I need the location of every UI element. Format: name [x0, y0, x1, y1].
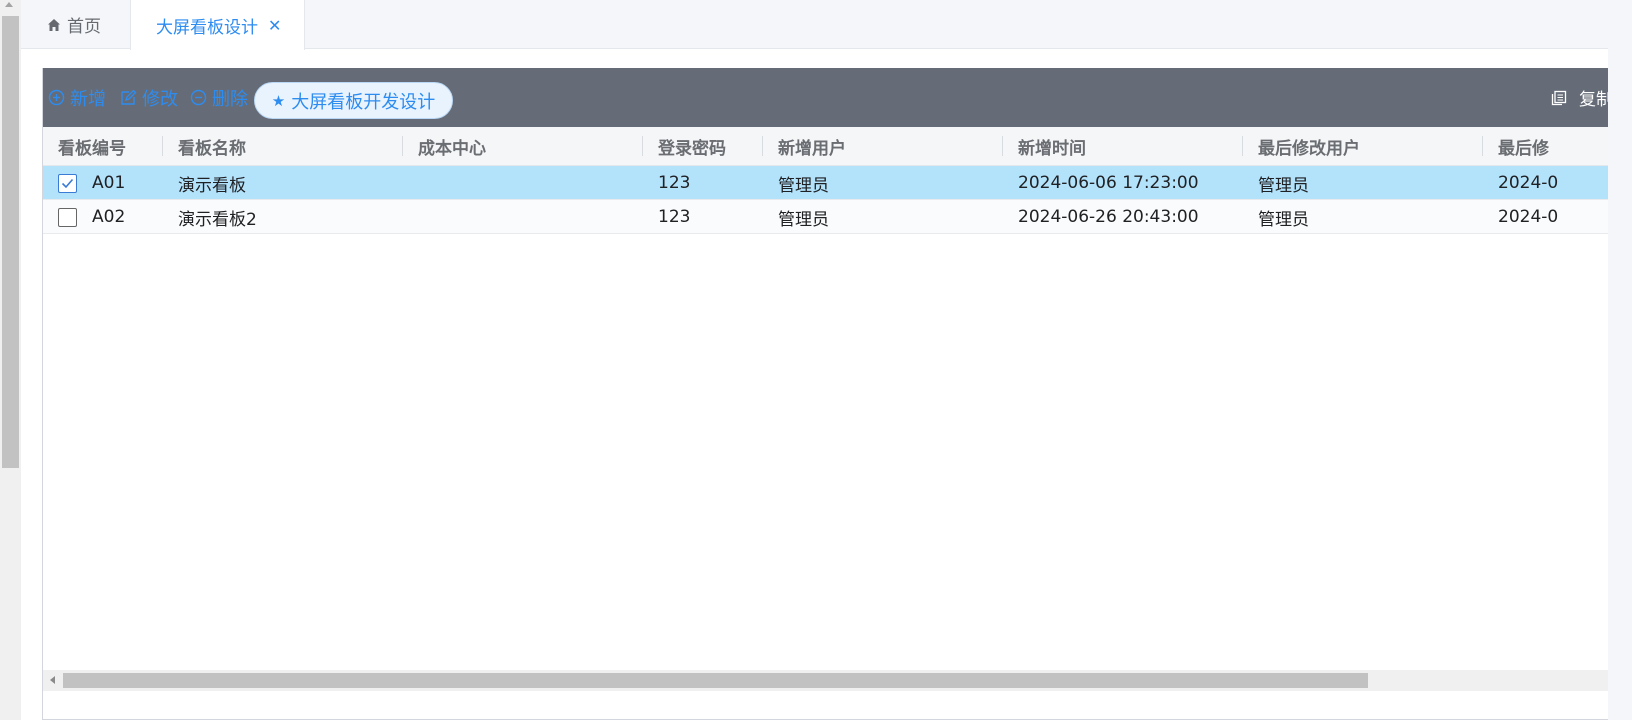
column-header-code[interactable]: 看板编号 [43, 127, 163, 166]
close-icon[interactable]: ✕ [268, 16, 281, 35]
check-icon [61, 178, 74, 189]
cell-creator: 管理员 [778, 175, 829, 196]
column-header-cost-center[interactable]: 成本中心 [403, 127, 643, 166]
column-header-creator[interactable]: 新增用户 [763, 127, 1003, 166]
add-button[interactable]: 新增 [48, 68, 106, 127]
column-header-label: 看板名称 [178, 139, 246, 159]
dashboard-design-button[interactable]: ★ 大屏看板开发设计 [254, 82, 453, 119]
row-checkbox[interactable] [58, 174, 77, 193]
cell-code: A02 [92, 207, 126, 227]
cell-modifier: 管理员 [1258, 175, 1309, 196]
column-header-label: 成本中心 [418, 139, 486, 159]
cell-code: A01 [92, 173, 126, 193]
tab-home-label: 首页 [67, 17, 101, 37]
dashboard-design-button-label: 大屏看板开发设计 [291, 91, 436, 113]
grid-header: 看板编号 看板名称 成本中心 登录密码 新增用户 新增时间 最后修改用户 最后修 [43, 127, 1629, 166]
dashboard-panel: 新增 修改 删除 ★ 大屏看板开发设计 复制 看板编号 看板名称 成本中心 登录… [42, 68, 1629, 720]
vertical-scrollbar[interactable] [0, 0, 21, 720]
star-icon: ★ [271, 91, 286, 110]
tab-dashboard-design[interactable]: 大屏看板设计 ✕ [130, 0, 305, 50]
column-header-name[interactable]: 看板名称 [163, 127, 403, 166]
column-header-label: 登录密码 [658, 139, 726, 159]
table-row[interactable]: A02 演示看板2 123 管理员 2024-06-26 20:43:00 管理… [43, 200, 1629, 234]
cell-name: 演示看板2 [178, 209, 257, 230]
right-gutter [1608, 0, 1632, 720]
plus-circle-icon [48, 89, 65, 106]
edit-button-label: 修改 [142, 88, 178, 110]
scroll-left-arrow-icon[interactable] [50, 676, 55, 684]
delete-button[interactable]: 删除 [190, 68, 248, 127]
column-header-created-at[interactable]: 新增时间 [1003, 127, 1243, 166]
cell-created-at: 2024-06-26 20:43:00 [1018, 207, 1199, 227]
cell-password: 123 [658, 207, 691, 227]
minus-circle-icon [190, 89, 207, 106]
edit-icon [121, 89, 137, 105]
cell-name: 演示看板 [178, 175, 246, 196]
column-header-label: 看板编号 [58, 139, 126, 159]
edit-button[interactable]: 修改 [120, 68, 178, 127]
toolbar: 新增 修改 删除 ★ 大屏看板开发设计 复制 [43, 68, 1629, 127]
cell-creator: 管理员 [778, 209, 829, 230]
column-header-label: 最后修 [1498, 139, 1549, 159]
column-header-label: 新增时间 [1018, 139, 1086, 159]
cell-created-at: 2024-06-06 17:23:00 [1018, 173, 1199, 193]
copy-icon [1551, 90, 1567, 105]
column-header-label: 最后修改用户 [1258, 139, 1360, 159]
scroll-up-arrow-icon[interactable] [5, 2, 13, 7]
row-checkbox[interactable] [58, 208, 77, 227]
horizontal-scroll-thumb[interactable] [63, 673, 1368, 688]
cell-modifier: 管理员 [1258, 209, 1309, 230]
vertical-scroll-thumb[interactable] [2, 16, 19, 468]
home-icon [48, 18, 60, 31]
add-button-label: 新增 [70, 88, 106, 110]
main-content: 首页 大屏看板设计 ✕ 新增 修改 删除 ★ 大屏看板开发设计 复制 看板编号 … [21, 0, 1632, 720]
column-header-modifier[interactable]: 最后修改用户 [1243, 127, 1483, 166]
table-row[interactable]: A01 演示看板 123 管理员 2024-06-06 17:23:00 管理员… [43, 166, 1629, 200]
cell-password: 123 [658, 173, 691, 193]
column-header-password[interactable]: 登录密码 [643, 127, 763, 166]
cell-cost-center [403, 200, 643, 234]
delete-button-label: 删除 [212, 88, 248, 110]
horizontal-scrollbar[interactable] [43, 670, 1629, 691]
column-header-label: 新增用户 [778, 139, 846, 159]
tab-dashboard-design-label: 大屏看板设计 [156, 17, 258, 38]
cell-cost-center [403, 166, 643, 200]
copy-button[interactable]: 复制 [1551, 68, 1613, 127]
tab-home[interactable]: 首页 [21, 0, 130, 49]
tab-bar: 首页 大屏看板设计 ✕ [21, 0, 1632, 50]
